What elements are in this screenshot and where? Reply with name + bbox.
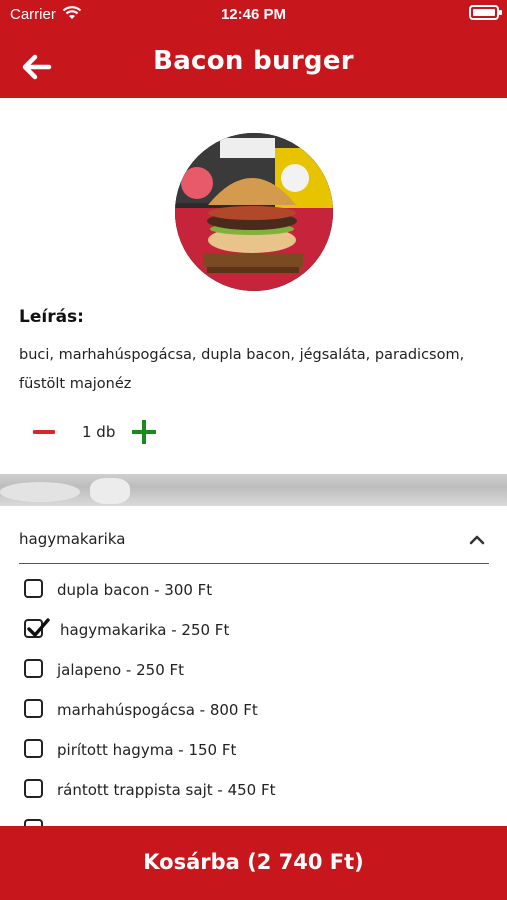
checkbox[interactable] <box>24 699 43 718</box>
add-to-cart-button[interactable]: Kosárba (2 740 Ft) <box>0 826 507 900</box>
page-title: Bacon burger <box>153 46 354 76</box>
description-label: Leírás: <box>19 307 84 327</box>
option-rantott-trappista-sajt[interactable]: rántott trappista sajt - 450 Ft <box>24 776 484 804</box>
extras-accordion-header[interactable]: hagymakarika <box>19 526 489 564</box>
battery-icon <box>469 5 502 20</box>
checkbox-checked[interactable] <box>24 618 50 638</box>
minus-icon[interactable] <box>30 420 58 444</box>
background-image-strip <box>0 474 507 506</box>
checkbox[interactable] <box>24 779 43 798</box>
option-piritott-hagyma[interactable]: pirított hagyma - 150 Ft <box>24 736 484 764</box>
checkmark-icon <box>27 618 50 637</box>
app-header: Carrier 12:46 PM Bacon burger <box>0 0 507 98</box>
chevron-up-icon[interactable] <box>469 532 485 548</box>
option-hagymakarika[interactable]: hagymakarika - 250 Ft <box>24 616 484 644</box>
option-label: pirított hagyma - 150 Ft <box>57 741 237 759</box>
description-text: buci, marhahúspogácsa, dupla bacon, jégs… <box>19 347 465 392</box>
option-label: dupla bacon - 300 Ft <box>57 581 213 599</box>
option-label: jalapeno - 250 Ft <box>57 661 185 679</box>
option-jalapeno[interactable]: jalapeno - 250 Ft <box>24 656 484 684</box>
status-time: 12:46 PM <box>220 6 287 23</box>
quantity-value: 1 db <box>82 423 116 441</box>
quantity-stepper: 1 db <box>30 418 170 446</box>
option-label: rántott trappista sajt - 450 Ft <box>57 781 276 799</box>
option-dupla-bacon[interactable]: dupla bacon - 300 Ft <box>24 576 484 604</box>
option-label: marhahúspogácsa - 800 Ft <box>57 701 258 719</box>
checkbox[interactable] <box>24 739 43 758</box>
checkbox[interactable] <box>24 659 43 678</box>
checkbox[interactable] <box>24 579 43 598</box>
extras-accordion-title: hagymakarika <box>19 530 126 548</box>
option-marhahuspogacsa[interactable]: marhahúspogácsa - 800 Ft <box>24 696 484 724</box>
product-image <box>175 133 333 291</box>
plus-icon[interactable] <box>130 419 158 445</box>
status-bar: Carrier 12:46 PM <box>0 0 507 30</box>
option-label: hagymakarika - 250 Ft <box>60 621 230 639</box>
